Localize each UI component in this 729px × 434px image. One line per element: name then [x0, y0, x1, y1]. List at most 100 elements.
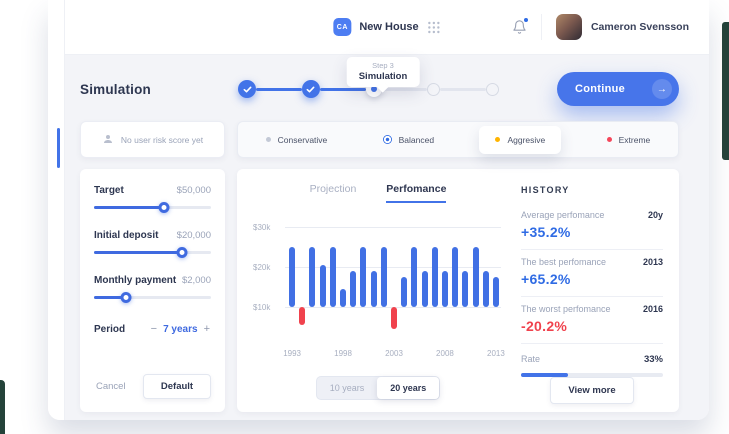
slider-fill: [94, 206, 164, 209]
slider-thumb[interactable]: [120, 292, 131, 303]
parameters-card: Target$50,000 Initial deposit$20,000 Month…: [80, 169, 225, 412]
history-item-label: The best perfomance: [521, 257, 606, 267]
slider-track[interactable]: [94, 296, 211, 299]
chart-bar: [493, 277, 499, 307]
x-axis-label: 1993: [283, 349, 301, 358]
risk-option-conservative[interactable]: Conservative: [256, 129, 338, 151]
content-area: Simulation Continue → No user risk score…: [65, 55, 709, 420]
stepper-step-4[interactable]: [427, 83, 440, 96]
chart-bar: [299, 307, 305, 325]
workspace-name: New House: [359, 21, 418, 33]
chart-bar: [391, 307, 397, 329]
risk-options-card: Conservative Balanced Aggresive Extreme: [237, 121, 679, 158]
risk-dot: [607, 137, 612, 142]
slider-head: Target$50,000: [94, 185, 211, 196]
range-toggle: 10 years20 years: [316, 376, 441, 400]
backdrop-decoration-left: [0, 380, 5, 434]
notification-badge: [523, 17, 529, 23]
backdrop-decoration-right: [722, 22, 729, 160]
sliders-group: Target$50,000 Initial deposit$20,000 Month…: [94, 185, 211, 320]
continue-button[interactable]: Continue →: [557, 72, 679, 106]
app-window: CA New House: [48, 0, 709, 420]
chart-bar: [422, 271, 428, 307]
chart-bar: [411, 247, 417, 307]
period-increase-button[interactable]: +: [203, 323, 211, 335]
user-name: Cameron Svensson: [591, 21, 689, 33]
chart-bar: [350, 271, 356, 307]
x-axis-labels: 19931998200320082013: [287, 349, 501, 361]
chart-bar: [320, 265, 326, 307]
history-item-tag: 20y: [648, 210, 663, 220]
slider-value: $50,000: [177, 185, 211, 196]
view-more-button[interactable]: View more: [550, 377, 633, 404]
default-button[interactable]: Default: [143, 374, 211, 399]
slider-track[interactable]: [94, 251, 211, 254]
risk-option-label: Balanced: [399, 135, 434, 145]
y-axis-label: $10k: [253, 303, 270, 312]
workspace-selector[interactable]: CA New House: [333, 18, 440, 36]
history-item: Average perfomance20y +35.2%: [521, 203, 663, 250]
tab-projection[interactable]: Projection: [310, 183, 357, 203]
stepper-step-5[interactable]: [486, 83, 499, 96]
period-decrease-button[interactable]: −: [150, 323, 158, 335]
stepper-step-1[interactable]: [238, 80, 256, 98]
slider-label: Initial deposit: [94, 230, 158, 241]
chart-bar: [452, 247, 458, 307]
apps-grid-icon[interactable]: [428, 21, 441, 34]
tooltip-step-title: Simulation: [359, 71, 408, 82]
rate-row: Rate 33%: [521, 344, 663, 377]
chart-bar: [442, 271, 448, 307]
slider-head: Initial deposit$20,000: [94, 230, 211, 241]
slider-head: Monthly payment $2,000: [94, 275, 211, 286]
history-item-value: +65.2%: [521, 271, 663, 287]
rate-label: Rate: [521, 354, 540, 364]
slider-track[interactable]: [94, 206, 211, 209]
history-item-head: The worst perfomance 2016: [521, 304, 663, 314]
workspace-badge: CA: [333, 18, 351, 36]
y-axis-label: $20k: [253, 263, 270, 272]
page-title: Simulation: [80, 82, 238, 97]
chart-card: Projection Perfomance $30k $20k $10k 1993 199…: [237, 169, 679, 412]
slider-label: Monthly payment: [94, 275, 176, 286]
x-axis-label: 1998: [334, 349, 352, 358]
rate-value: 33%: [644, 354, 663, 365]
history-item-tag: 2016: [643, 304, 663, 314]
slider-target: Target$50,000: [94, 185, 211, 209]
slider-thumb[interactable]: [176, 247, 187, 258]
history-item: The best perfomance 2013 +65.2%: [521, 250, 663, 297]
cancel-button[interactable]: Cancel: [94, 381, 126, 392]
history-item-head: Average perfomance20y: [521, 210, 663, 220]
history-item: The worst perfomance2016-20.2%: [521, 297, 663, 344]
rate-progress-fill: [521, 373, 568, 377]
chart-bar: [473, 247, 479, 307]
history-item-tag: 2013: [643, 257, 663, 267]
chart-bar: [462, 271, 468, 307]
range-toggle-20-years[interactable]: 20 years: [377, 377, 439, 399]
risk-dot: [266, 137, 271, 142]
x-axis-label: 2003: [385, 349, 403, 358]
parameters-footer: Cancel Default: [94, 374, 211, 399]
rate-progress[interactable]: [521, 373, 663, 377]
y-axis-label: $30k: [253, 223, 270, 232]
chart-bar: [330, 247, 336, 307]
avatar[interactable]: [556, 14, 582, 40]
stepper-step-2[interactable]: [302, 80, 320, 98]
risk-option-aggresive[interactable]: Aggresive: [479, 126, 561, 154]
header-divider: [541, 14, 542, 40]
tab-perfomance[interactable]: Perfomance: [386, 183, 446, 203]
risk-option-extreme[interactable]: Extreme: [597, 129, 661, 151]
chart-bar: [432, 247, 438, 307]
notification-bell-icon[interactable]: [512, 19, 527, 35]
risk-option-balanced[interactable]: Balanced: [373, 129, 444, 151]
risk-empty-label: No user risk score yet: [121, 135, 203, 145]
continue-label: Continue: [575, 83, 625, 95]
chart-bar: [371, 271, 377, 307]
range-toggle-10-years[interactable]: 10 years: [317, 377, 378, 399]
slider-value: $2,000: [182, 275, 211, 286]
period-value: 7 years: [163, 324, 197, 335]
period-control: Period − 7 years +: [94, 323, 211, 335]
history-item-value: +35.2%: [521, 224, 663, 240]
chart-bar: [401, 277, 407, 307]
history-item-label: The worst perfomance: [521, 304, 611, 314]
slider-thumb[interactable]: [159, 202, 170, 213]
